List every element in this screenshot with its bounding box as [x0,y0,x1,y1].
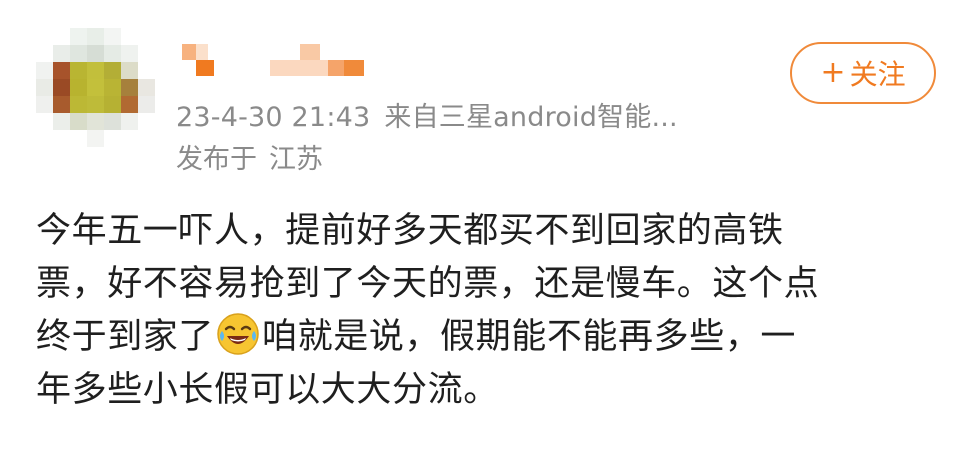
post-location-line: 发布于 江苏 [176,137,323,176]
post-text-line: 年多些小长假可以大大分流。 [36,370,499,410]
location-prefix: 发布于 [176,144,257,175]
post-text-line: 票，好不容易抢到了今天的票，还是慢车。这个点 [36,264,820,304]
post-text-segment: 咱就是说，假期能不能再多些，一 [262,317,797,357]
post-source[interactable]: 来自三星android智能... [384,102,677,133]
plus-icon: + [820,55,846,90]
follow-button[interactable]: + 关注 [790,42,936,104]
avatar[interactable] [36,28,155,147]
post-meta: 23-4-30 21:43 来自三星android智能... [176,95,678,134]
username[interactable] [178,42,398,82]
post-text-segment: 终于到家了 [36,317,215,357]
post-card: 23-4-30 21:43 来自三星android智能... 发布于 江苏 + 关注… [0,0,973,459]
laughing-crying-emoji-icon [216,312,260,356]
post-timestamp: 23-4-30 21:43 [176,102,371,133]
post-text-line: 终于到家了 咱就是说，假期能不能再多些，一 [36,311,941,364]
post-location: 江苏 [269,144,323,175]
post-text-line: 今年五一吓人，提前好多天都买不到回家的高铁 [36,211,784,251]
follow-button-label: 关注 [849,58,906,91]
post-text: 今年五一吓人，提前好多天都买不到回家的高铁 票，好不容易抢到了今天的票，还是慢车… [36,205,941,417]
